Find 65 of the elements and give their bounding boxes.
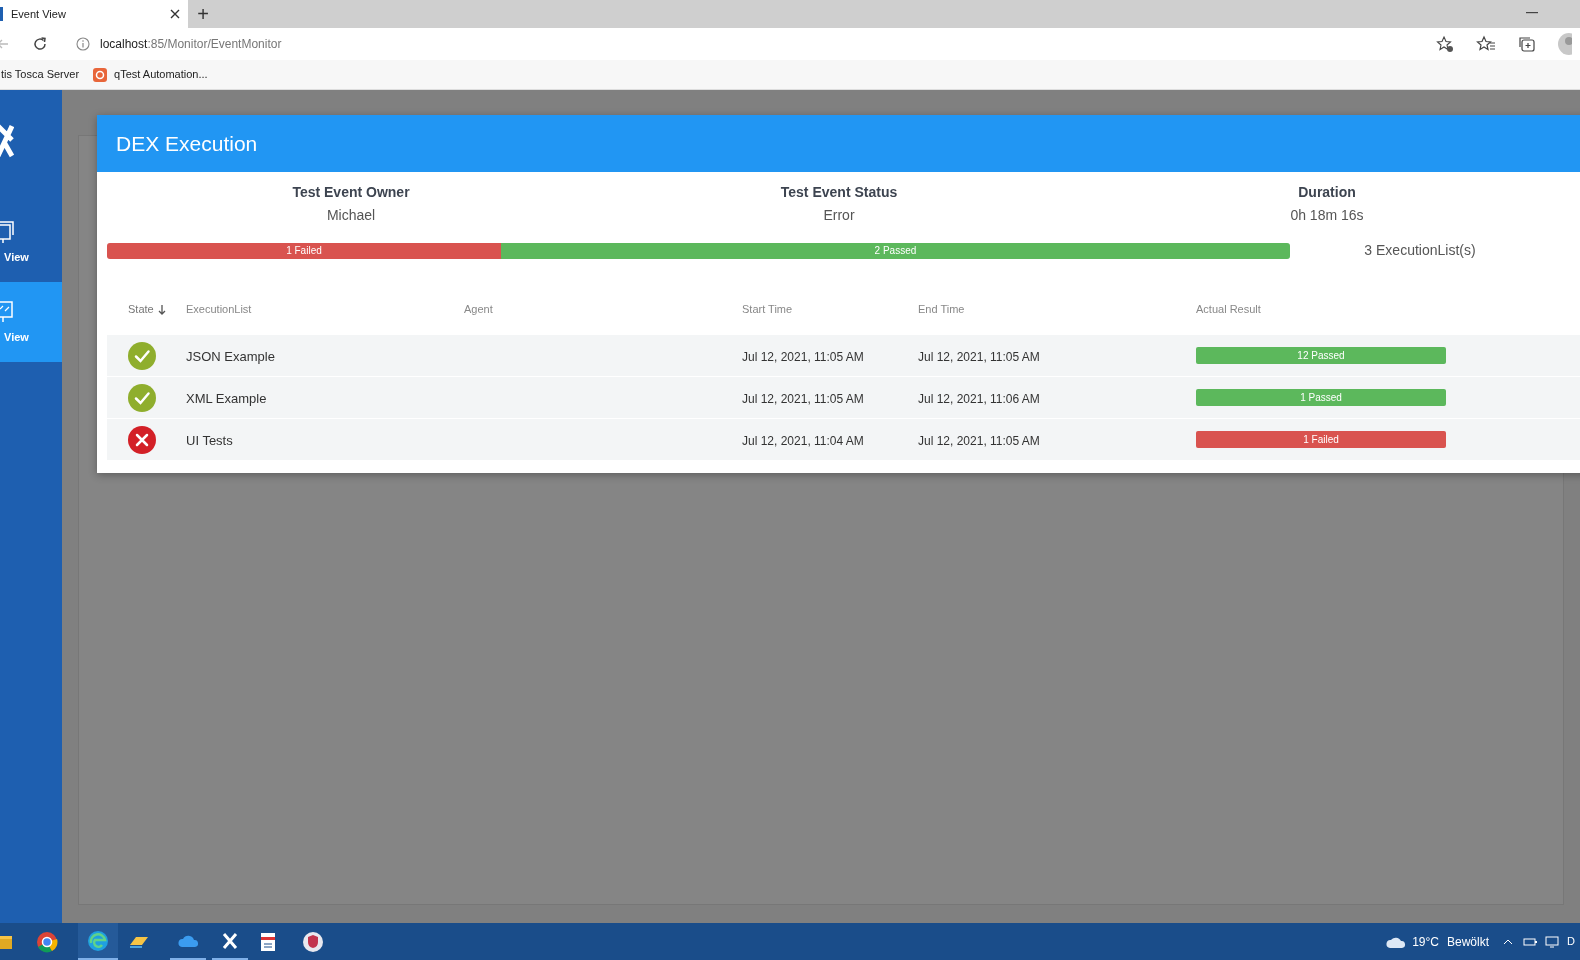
shield-icon[interactable] xyxy=(302,930,324,953)
logo-icon xyxy=(0,124,14,158)
table-cell: Jul 12, 2021, 11:05 AM xyxy=(918,433,1040,448)
chevron-up-icon[interactable] xyxy=(1503,938,1513,945)
table-cell: UI Tests xyxy=(186,432,233,448)
stat-label: Duration xyxy=(1298,183,1356,202)
stat-label: Test Event Owner xyxy=(292,183,410,202)
table-cell: Jul 12, 2021, 11:05 AM xyxy=(742,391,864,406)
summary-segment: 2 Passed xyxy=(500,242,1290,259)
refresh-icon[interactable] xyxy=(32,36,48,52)
column-header[interactable]: End Time xyxy=(918,300,965,318)
close-icon[interactable] xyxy=(170,9,180,19)
app-icon[interactable] xyxy=(128,934,150,949)
tab-title: Event View xyxy=(11,6,67,22)
table-cell: Jul 12, 2021, 11:05 AM xyxy=(918,349,1040,364)
add-favorite-icon[interactable] xyxy=(1436,35,1454,53)
table-cell: XML Example xyxy=(186,390,267,406)
table-row[interactable]: JSON Example Jul 12, 2021, 11:05 AM Jul 12, 2021, 11:05 AM 12 Passed xyxy=(107,335,1580,377)
result-bar: 1 Failed xyxy=(1196,431,1446,448)
column-header[interactable]: ExecutionList xyxy=(186,300,252,318)
stat-label: Test Event Status xyxy=(780,183,898,202)
column-header[interactable]: Agent xyxy=(464,300,493,318)
edge-icon[interactable] xyxy=(87,929,109,952)
stat-value: Michael xyxy=(326,206,376,225)
language-text[interactable]: D xyxy=(1567,933,1580,950)
weather-text: Bewölkt xyxy=(1446,933,1489,951)
summary-segment: 1 Failed xyxy=(107,242,501,259)
browser-tab[interactable]: Event View xyxy=(0,0,188,28)
sort-arrow-icon[interactable] xyxy=(157,303,166,315)
new-tab-button[interactable]: + xyxy=(188,0,218,28)
table-cell: Jul 12, 2021, 11:05 AM xyxy=(742,349,864,364)
minimize-icon[interactable] xyxy=(1526,12,1538,14)
table-cell: Jul 12, 2021, 11:06 AM xyxy=(918,391,1040,406)
execution-list-count: 3 ExecutionList(s) xyxy=(1364,241,1476,260)
url-path: :85/Monitor/EventMonitor xyxy=(147,36,282,53)
url-host: localhost xyxy=(100,36,148,53)
address-field[interactable]: localhost:85/Monitor/EventMonitor xyxy=(100,35,282,53)
result-bar: 12 Passed xyxy=(1196,347,1446,364)
column-header[interactable]: State xyxy=(128,300,154,318)
browser-icon[interactable] xyxy=(36,930,58,953)
favorites-icon[interactable] xyxy=(1476,35,1496,53)
dialog-title: DEX Execution xyxy=(116,130,258,157)
temperature-text: 19°C xyxy=(1412,933,1439,951)
stat-value: 0h 18m 16s xyxy=(1290,206,1364,225)
collections-icon[interactable] xyxy=(1518,35,1536,53)
table-cell: JSON Example xyxy=(186,348,275,364)
battery-icon[interactable] xyxy=(1523,936,1537,947)
table-row[interactable]: XML Example Jul 12, 2021, 11:05 AM Jul 12, 2021, 11:06 AM 1 Passed xyxy=(107,377,1580,419)
cloud-icon[interactable] xyxy=(177,933,199,948)
profile-icon[interactable] xyxy=(1558,33,1572,55)
stat-value: Error xyxy=(823,206,855,225)
table-row[interactable]: UI Tests Jul 12, 2021, 11:04 AM Jul 12, 2021, 11:05 AM 1 Failed xyxy=(107,419,1580,461)
column-header[interactable]: Start Time xyxy=(742,300,793,318)
bookmark-link[interactable]: tis Tosca Server xyxy=(0,66,80,83)
cross-logo-icon[interactable] xyxy=(222,931,238,950)
table-cell: Jul 12, 2021, 11:04 AM xyxy=(742,433,864,448)
bookmark-icon xyxy=(93,67,108,82)
result-bar: 1 Passed xyxy=(1196,389,1446,406)
monitor-icon xyxy=(0,298,14,325)
bookmark-link[interactable]: qTest Automation... xyxy=(93,66,208,83)
info-icon[interactable] xyxy=(76,37,90,51)
document-icon[interactable] xyxy=(260,931,276,952)
sidebar-item[interactable]: View xyxy=(0,202,62,282)
column-header[interactable]: Actual Result xyxy=(1196,300,1261,318)
windows-icon xyxy=(0,218,14,245)
